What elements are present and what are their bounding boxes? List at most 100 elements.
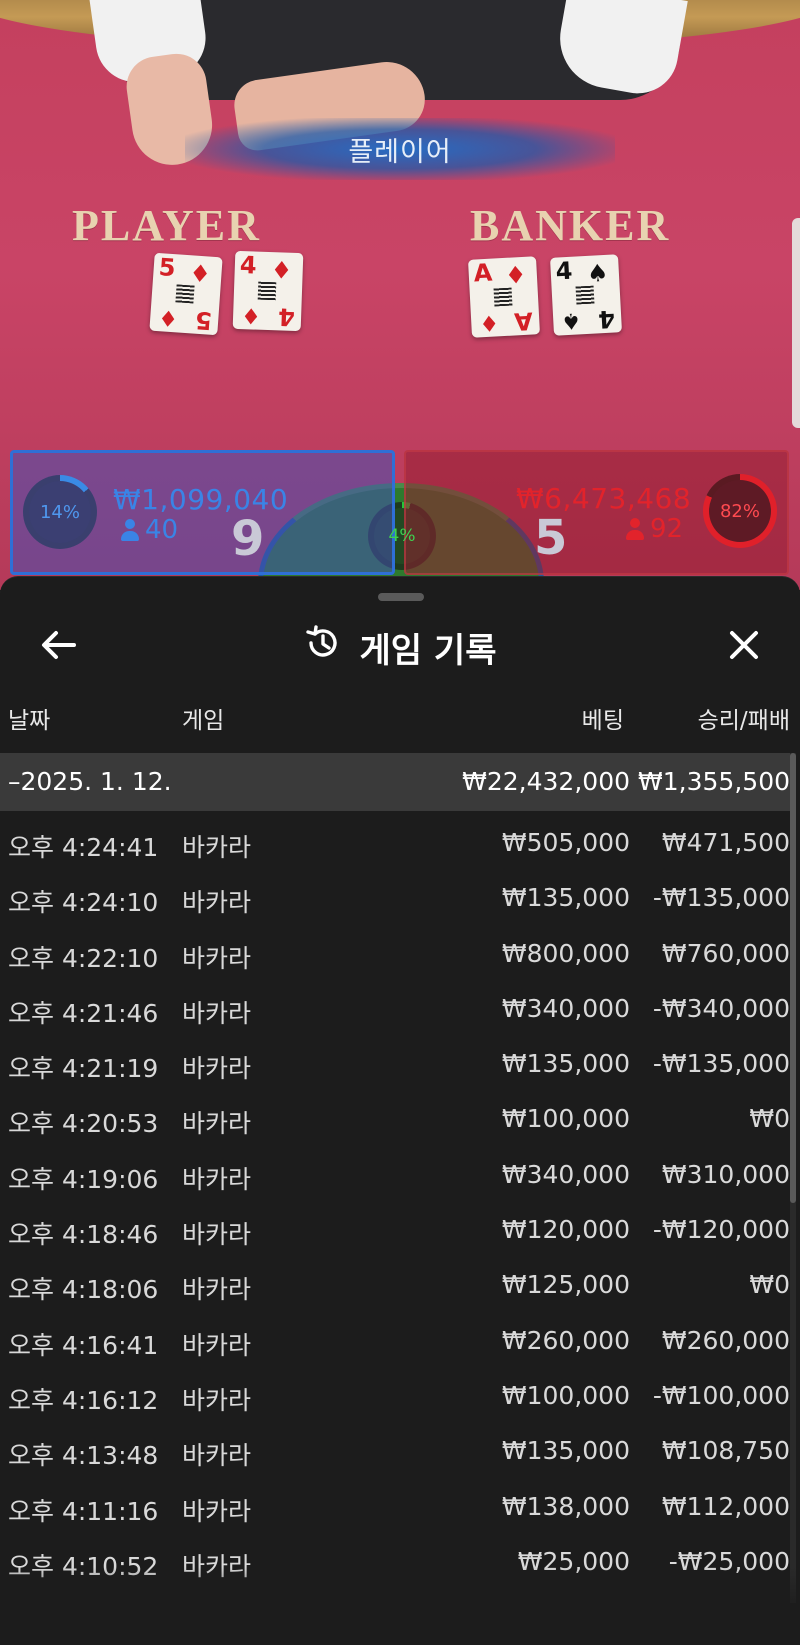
row-bet: ₩800,000 <box>501 938 630 968</box>
card-barcode <box>257 281 277 301</box>
sheet-drag-handle[interactable] <box>378 593 424 601</box>
row-time: 오후 4:16:12 <box>8 1385 159 1415</box>
player-bettor-count: 40 <box>121 515 178 545</box>
table-row[interactable]: 오후 4:18:46 바카라 ₩120,000 -₩120,000 <box>0 1201 790 1256</box>
row-time: 오후 4:13:48 <box>8 1441 159 1471</box>
row-bet: ₩505,000 <box>501 828 630 857</box>
banker-bet-spot[interactable]: ₩6,473,468 92 5 82% <box>404 450 789 575</box>
row-result: -₩100,000 <box>652 1380 790 1410</box>
card-rank: 4 <box>597 304 617 334</box>
person-icon <box>121 519 139 541</box>
row-game: 바카라 <box>182 943 252 973</box>
banker-label: BANKER <box>470 201 671 250</box>
row-result: ₩108,750 <box>661 1436 790 1466</box>
round-result-text: 플레이어 <box>348 136 452 168</box>
sheet-title: 게임 기록 <box>0 607 800 687</box>
row-result: ₩112,000 <box>661 1491 790 1521</box>
row-bet: ₩135,000 <box>501 883 630 913</box>
row-time: 오후 4:16:41 <box>8 1330 159 1360</box>
card-suit: ♦ <box>270 256 293 285</box>
table-row[interactable]: 오후 4:16:12 바카라 ₩100,000 -₩100,000 <box>0 1367 790 1422</box>
row-game: 바카라 <box>182 998 252 1028</box>
banker-score: 5 <box>534 510 568 566</box>
row-bet: ₩260,000 <box>501 1325 630 1355</box>
table-row[interactable]: 오후 4:11:16 바카라 ₩138,000 ₩112,000 <box>0 1478 790 1533</box>
row-result: ₩471,500 <box>661 828 790 857</box>
row-time: 오후 4:18:06 <box>8 1275 159 1305</box>
table-row[interactable]: 오후 4:21:46 바카라 ₩340,000 -₩340,000 <box>0 980 790 1035</box>
row-bet: ₩25,000 <box>517 1546 630 1576</box>
date-group-row[interactable]: –2025. 1. 12. ₩22,432,000 ₩1,355,500 <box>0 753 790 811</box>
row-game: 바카라 <box>182 1220 252 1250</box>
row-time: 오후 4:22:10 <box>8 943 159 973</box>
card-suit: ♦ <box>157 304 179 331</box>
banker-percent: 82% <box>719 500 760 522</box>
close-button[interactable] <box>722 625 766 669</box>
row-result: -₩135,000 <box>652 883 790 913</box>
player-bettor-count-value: 40 <box>145 515 179 545</box>
row-bet: ₩340,000 <box>501 1159 630 1189</box>
table-row[interactable]: 오후 4:21:19 바카라 ₩135,000 -₩135,000 <box>0 1035 790 1090</box>
row-time: 오후 4:18:46 <box>8 1220 159 1250</box>
game-history-sheet: 게임 기록 날짜 게임 베팅 승리/패배 –2025. 1. 12. ₩22,4… <box>0 576 800 1645</box>
card-barcode <box>575 285 595 305</box>
player-card: 4 ♦ ♦ 4 <box>232 250 304 332</box>
table-row[interactable]: 오후 4:10:52 바카라 ₩25,000 -₩25,000 <box>0 1533 790 1588</box>
row-time: 오후 4:19:06 <box>8 1164 159 1194</box>
date-group-label: –2025. 1. 12. <box>8 767 172 796</box>
column-header-result: 승리/패배 <box>697 708 790 734</box>
row-bet: ₩100,000 <box>501 1380 630 1410</box>
row-bet: ₩135,000 <box>501 1049 630 1079</box>
card-suit: ♦ <box>240 302 262 328</box>
card-rank: 5 <box>157 253 177 283</box>
row-game: 바카라 <box>182 1385 252 1415</box>
card-barcode <box>493 287 513 307</box>
tie-percent: 4% <box>388 526 416 546</box>
row-bet: ₩125,000 <box>501 1270 630 1300</box>
history-rows: 오후 4:24:41 바카라 ₩505,000 ₩471,500 오후 4:24:10 바… <box>0 814 800 1588</box>
banker-bet-percentage-ring: 82% <box>703 474 777 548</box>
row-game: 바카라 <box>182 1441 252 1471</box>
row-result: ₩0 <box>749 1270 790 1300</box>
card-rank: 4 <box>239 251 258 280</box>
row-result: -₩340,000 <box>652 993 790 1023</box>
table-row[interactable]: 오후 4:18:06 바카라 ₩125,000 ₩0 <box>0 1256 790 1311</box>
side-panel-tab[interactable] <box>792 218 800 428</box>
table-row[interactable]: 오후 4:16:41 바카라 ₩260,000 ₩260,000 <box>0 1312 790 1367</box>
row-result: ₩310,000 <box>661 1159 790 1189</box>
row-game: 바카라 <box>182 1551 252 1581</box>
live-game-video: 플레이어 PLAYER BANKER 5 ♦ ♦ 5 4 ♦ ♦ 4 A ♦ ♦… <box>0 0 800 590</box>
table-row[interactable]: 오후 4:24:41 바카라 ₩505,000 ₩471,500 <box>0 814 790 869</box>
table-header: 날짜 게임 베팅 승리/패배 <box>0 695 800 735</box>
card-rank: 4 <box>554 256 574 286</box>
row-time: 오후 4:21:19 <box>8 1054 159 1084</box>
back-button[interactable] <box>36 625 80 669</box>
banker-bettor-count-value: 92 <box>650 514 684 544</box>
row-result: ₩0 <box>749 1104 790 1134</box>
table-row[interactable]: 오후 4:22:10 바카라 ₩800,000 ₩760,000 <box>0 925 790 980</box>
column-header-game: 게임 <box>182 708 225 734</box>
row-result: -₩25,000 <box>668 1546 790 1576</box>
row-time: 오후 4:24:10 <box>8 888 159 918</box>
card-rank: A <box>513 306 535 336</box>
card-suit: ♠ <box>560 307 582 334</box>
round-result-banner: 플레이어 <box>185 118 615 180</box>
card-rank: 5 <box>194 305 214 335</box>
table-row[interactable]: 오후 4:13:48 바카라 ₩135,000 ₩108,750 <box>0 1422 790 1477</box>
card-barcode <box>175 284 195 304</box>
player-score: 9 <box>231 511 265 567</box>
scrollbar-thumb[interactable] <box>790 753 796 1203</box>
row-bet: ₩135,000 <box>501 1436 630 1466</box>
history-icon <box>304 624 342 671</box>
banker-card: 4 ♠ ♠ 4 <box>550 254 622 336</box>
row-game: 바카라 <box>182 888 252 918</box>
player-bet-spot[interactable]: 14% ₩1,099,040 40 9 <box>10 450 395 575</box>
table-row[interactable]: 오후 4:19:06 바카라 ₩340,000 ₩310,000 <box>0 1146 790 1201</box>
table-row[interactable]: 오후 4:20:53 바카라 ₩100,000 ₩0 <box>0 1090 790 1145</box>
row-game: 바카라 <box>182 1496 252 1526</box>
row-bet: ₩120,000 <box>501 1215 630 1245</box>
row-bet: ₩100,000 <box>501 1104 630 1134</box>
column-header-bet: 베팅 <box>581 708 624 734</box>
row-result: -₩135,000 <box>652 1049 790 1079</box>
table-row[interactable]: 오후 4:24:10 바카라 ₩135,000 -₩135,000 <box>0 869 790 924</box>
